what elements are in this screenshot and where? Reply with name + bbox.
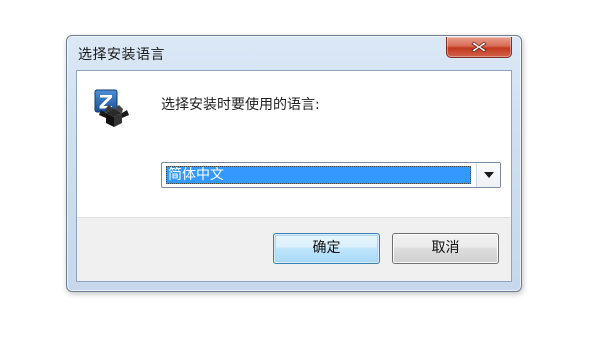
ok-button[interactable]: 确定	[273, 233, 380, 264]
chevron-down-icon	[484, 172, 494, 178]
focus-rectangle	[166, 166, 471, 184]
close-icon	[471, 41, 487, 53]
title-bar[interactable]: 选择安装语言	[67, 36, 521, 68]
dropdown-button[interactable]	[476, 163, 500, 187]
window-title: 选择安装语言	[78, 47, 165, 63]
desktop-background: 选择安装语言 选择安装时要使用的语言: 简体中文 确定 取消	[0, 0, 600, 352]
dialog-content: 选择安装时要使用的语言: 简体中文	[77, 71, 511, 217]
language-select[interactable]: 简体中文	[161, 162, 501, 188]
installer-box-icon	[94, 89, 129, 127]
cancel-button[interactable]: 取消	[392, 233, 499, 264]
language-dialog-window: 选择安装语言 选择安装时要使用的语言: 简体中文 确定 取消	[66, 35, 522, 292]
close-button[interactable]	[446, 37, 512, 58]
language-prompt-label: 选择安装时要使用的语言:	[161, 97, 320, 113]
